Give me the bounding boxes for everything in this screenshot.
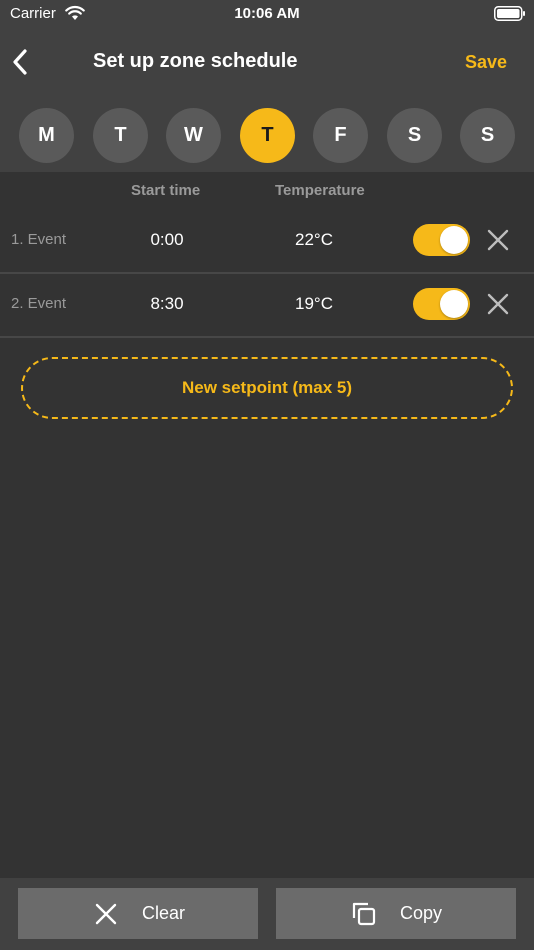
event-label: 1. Event bbox=[11, 231, 67, 248]
day-sunday[interactable]: S bbox=[460, 108, 515, 163]
event-start-time[interactable]: 0:00 bbox=[117, 230, 217, 250]
save-button[interactable]: Save bbox=[465, 52, 507, 73]
navigation-bar: Set up zone schedule Save bbox=[0, 40, 534, 86]
day-selector: M T W T F S S bbox=[19, 108, 515, 164]
close-icon[interactable] bbox=[486, 292, 510, 316]
day-wednesday[interactable]: W bbox=[166, 108, 221, 163]
event-temperature[interactable]: 19°C bbox=[264, 294, 364, 314]
copy-icon bbox=[352, 902, 376, 926]
toggle-knob bbox=[440, 226, 468, 254]
header-area: Carrier 10:06 AM Set up zone schedule Sa… bbox=[0, 0, 534, 172]
event-row: 1. Event 0:00 22°C bbox=[0, 209, 534, 274]
bottom-toolbar: Clear Copy bbox=[0, 878, 534, 950]
day-friday[interactable]: F bbox=[313, 108, 368, 163]
page-title: Set up zone schedule bbox=[93, 50, 298, 72]
event-row: 2. Event 8:30 19°C bbox=[0, 273, 534, 338]
event-temperature[interactable]: 22°C bbox=[264, 230, 364, 250]
day-tuesday[interactable]: T bbox=[93, 108, 148, 163]
event-start-time[interactable]: 8:30 bbox=[117, 294, 217, 314]
status-time: 10:06 AM bbox=[234, 5, 300, 22]
close-icon[interactable] bbox=[486, 228, 510, 252]
new-setpoint-button[interactable]: New setpoint (max 5) bbox=[21, 357, 513, 419]
event-enabled-toggle[interactable] bbox=[413, 288, 470, 320]
event-label: 2. Event bbox=[11, 295, 67, 312]
toggle-knob bbox=[440, 290, 468, 318]
event-enabled-toggle[interactable] bbox=[413, 224, 470, 256]
copy-button[interactable]: Copy bbox=[276, 888, 516, 939]
clear-button[interactable]: Clear bbox=[18, 888, 258, 939]
day-monday[interactable]: M bbox=[19, 108, 74, 163]
clear-label: Clear bbox=[142, 903, 186, 923]
day-saturday[interactable]: S bbox=[387, 108, 442, 163]
copy-label: Copy bbox=[400, 903, 443, 923]
temperature-column-header: Temperature bbox=[275, 182, 365, 199]
start-time-column-header: Start time bbox=[131, 182, 201, 199]
battery-icon bbox=[494, 6, 525, 21]
day-thursday[interactable]: T bbox=[240, 108, 295, 163]
status-bar: Carrier 10:06 AM bbox=[0, 0, 534, 28]
close-icon bbox=[95, 903, 117, 925]
chevron-left-icon[interactable] bbox=[8, 46, 36, 78]
